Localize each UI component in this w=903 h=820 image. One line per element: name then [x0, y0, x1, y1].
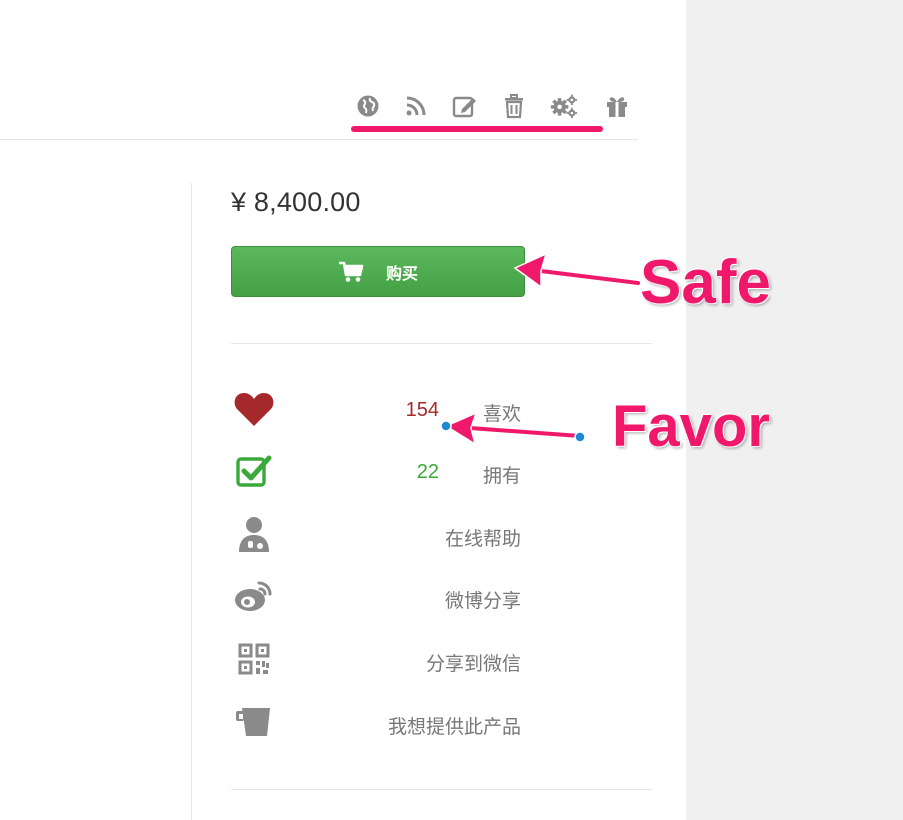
annotation-safe: Safe — [640, 248, 771, 317]
favor-arrow — [440, 411, 586, 446]
safe-arrow — [513, 252, 642, 289]
annotation-favor: Favor — [612, 394, 770, 459]
